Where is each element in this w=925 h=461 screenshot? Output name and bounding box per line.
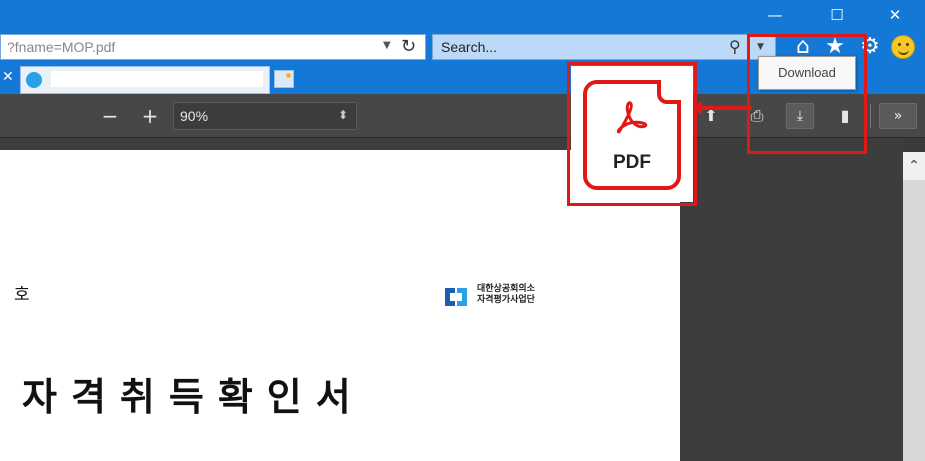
search-icon[interactable]: ⚲ [729,37,741,56]
logo-mark-icon [445,288,467,306]
browser-window: — ☐ ✕ ?fname=MOP.pdf ▼ ↻ Search... ⚲ ▼ ⌂… [0,0,925,461]
tab-title [51,71,263,87]
download-highlight-box [747,34,867,154]
zoom-arrows-icon: ⬍ [337,108,348,122]
dropdown-arrow-icon[interactable]: ▼ [383,40,391,51]
logo-line-2: 자격평가사업단 [477,295,535,305]
zoom-out-button[interactable]: − [97,104,123,128]
tab-favicon-icon [26,72,42,88]
refresh-icon[interactable]: ↻ [401,36,416,57]
doc-number-label: 호 [14,285,30,305]
scroll-up-button[interactable]: ⌃ [903,152,925,180]
arrow-line [700,106,752,110]
address-bar[interactable]: ?fname=MOP.pdf ▼ ↻ [0,34,426,60]
chamber-logo: 대한상공회의소 자격평가사업단 [441,284,571,312]
maximize-button[interactable]: ☐ [822,4,852,26]
tab-active[interactable] [20,66,270,94]
document-title: 자격취득확인서 [22,375,365,419]
new-tab-icon[interactable] [274,70,294,88]
minimize-button[interactable]: — [760,4,790,26]
search-input[interactable]: Search... [441,39,497,55]
close-window-button[interactable]: ✕ [880,4,910,26]
smiley-icon[interactable] [891,35,915,59]
logo-text: 대한상공회의소 자격평가사업단 [477,284,535,306]
zoom-in-button[interactable]: + [137,104,163,128]
zoom-value: 90% [180,108,209,124]
vertical-scrollbar[interactable]: ⌃ [903,152,925,461]
close-tab-icon[interactable]: ✕ [2,69,14,85]
pdf-highlight-box [567,62,697,206]
zoom-select[interactable]: 90% ⬍ [173,102,357,130]
search-box[interactable]: Search... ⚲ ▼ [432,34,776,60]
address-text: ?fname=MOP.pdf [7,39,116,55]
toolbar-divider [870,104,871,128]
more-tools-button[interactable]: » [879,103,917,129]
logo-line-1: 대한상공회의소 [477,284,535,294]
